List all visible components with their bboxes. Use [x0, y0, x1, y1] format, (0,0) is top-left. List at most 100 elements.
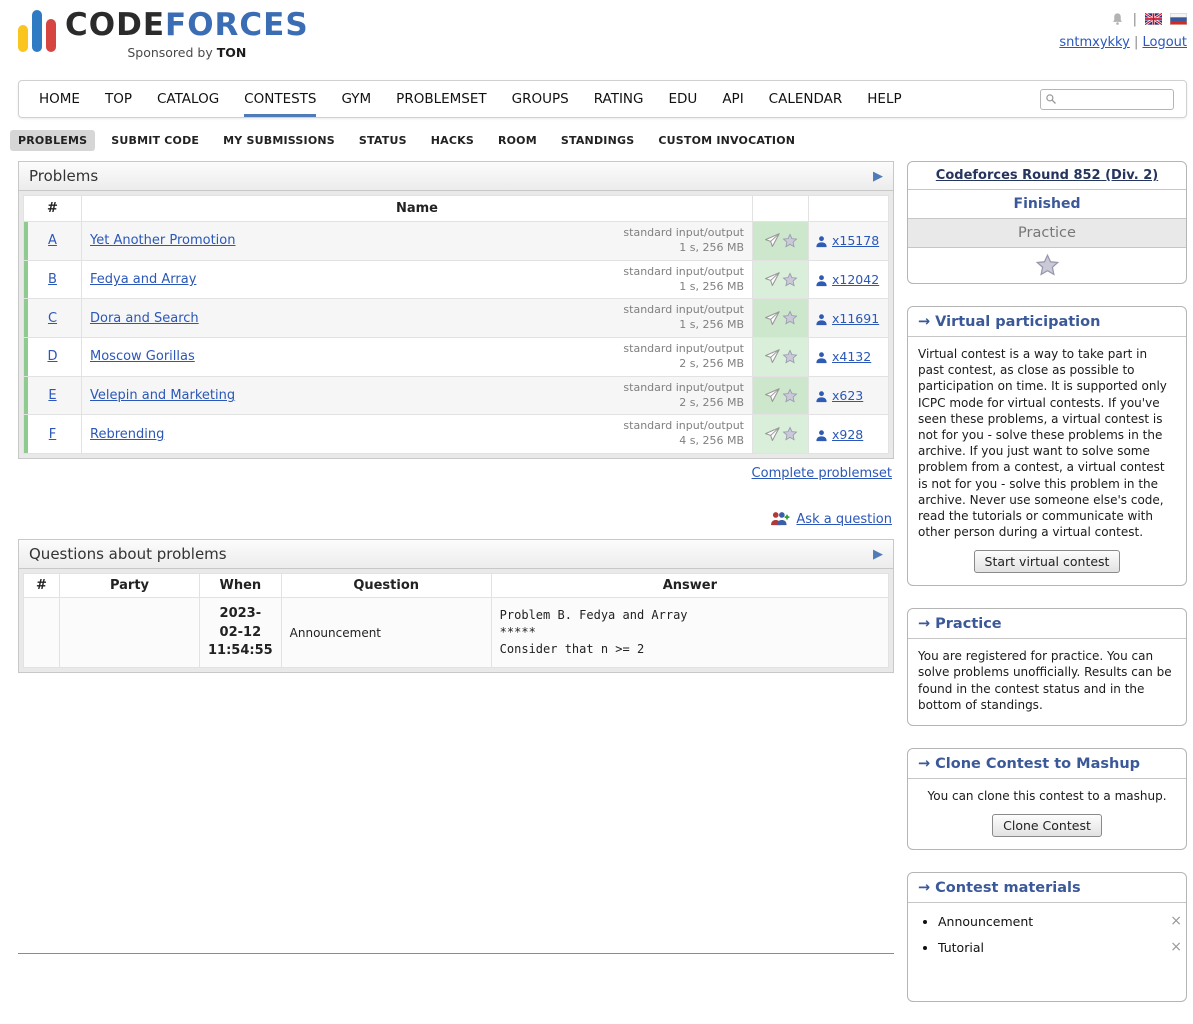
tab-room[interactable]: ROOM	[490, 130, 545, 151]
tab-hacks[interactable]: HACKS	[423, 130, 482, 151]
username-link[interactable]: sntmxykky	[1059, 35, 1129, 50]
tab-custom-invocation[interactable]: CUSTOM INVOCATION	[650, 130, 803, 151]
practice-text: You are registered for practice. You can…	[908, 639, 1186, 725]
sponsored-by: Sponsored by TON	[65, 45, 309, 60]
logout-link[interactable]: Logout	[1142, 35, 1187, 50]
logo-bar-blue	[32, 10, 42, 52]
nav-calendar[interactable]: CALENDAR	[769, 81, 843, 117]
solvers-person-icon	[815, 427, 828, 442]
solved-count-link[interactable]: x623	[832, 388, 863, 403]
nav-edu[interactable]: EDU	[669, 81, 698, 117]
problem-name-link[interactable]: Dora and Search	[90, 311, 199, 326]
problem-name-link[interactable]: Yet Another Promotion	[90, 233, 235, 248]
start-virtual-contest-button[interactable]: Start virtual contest	[974, 550, 1121, 573]
table-row: A Yet Another Promotion standard input/ou…	[24, 222, 889, 261]
language-russian-flag-icon[interactable]	[1170, 13, 1187, 25]
problem-name-link[interactable]: Velepin and Marketing	[90, 388, 235, 403]
favorite-star-icon[interactable]	[782, 310, 798, 326]
tab-status[interactable]: STATUS	[351, 130, 415, 151]
language-english-flag-icon[interactable]	[1145, 13, 1162, 25]
material-tutorial-link[interactable]: Tutorial	[938, 940, 984, 955]
arrow-right-icon: →	[918, 314, 930, 330]
codeforces-logo[interactable]: CODEFORCES Sponsored by TON	[18, 8, 309, 60]
solved-count-link[interactable]: x4132	[832, 349, 871, 364]
tab-my-submissions[interactable]: MY SUBMISSIONS	[215, 130, 343, 151]
question-when: 2023-02-12 11:54:55	[200, 598, 282, 668]
caption-arrow-icon[interactable]: ▶	[873, 169, 883, 184]
notifications-bell-icon[interactable]	[1111, 12, 1124, 26]
nav-help[interactable]: HELP	[867, 81, 901, 117]
nav-api[interactable]: API	[722, 81, 743, 117]
problem-constraints: standard input/output1 s, 256 MB	[623, 226, 744, 256]
problem-letter-link[interactable]: A	[48, 233, 57, 248]
favorite-star-icon[interactable]	[782, 349, 798, 365]
problem-name-link[interactable]: Rebrending	[90, 427, 164, 442]
material-announcement-link[interactable]: Announcement	[938, 914, 1033, 929]
tab-submit-code[interactable]: SUBMIT CODE	[103, 130, 207, 151]
main-column: Problems ▶ # Name	[18, 161, 894, 954]
solved-count-link[interactable]: x12042	[832, 272, 879, 287]
problem-letter-link[interactable]: D	[47, 349, 57, 364]
nav-top[interactable]: TOP	[105, 81, 132, 117]
submit-paper-plane-icon[interactable]	[763, 310, 780, 327]
nav-catalog[interactable]: CATALOG	[157, 81, 219, 117]
problem-letter-link[interactable]: F	[49, 427, 56, 442]
problems-box: Problems ▶ # Name	[18, 161, 894, 459]
logo-text: CODEFORCES	[65, 8, 309, 44]
submit-paper-plane-icon[interactable]	[763, 232, 780, 249]
favorite-star-icon[interactable]	[782, 233, 798, 249]
contest-title-link[interactable]: Codeforces Round 852 (Div. 2)	[936, 168, 1158, 183]
submit-paper-plane-icon[interactable]	[763, 271, 780, 288]
problem-name-link[interactable]: Fedya and Array	[90, 272, 196, 287]
tab-problems[interactable]: PROBLEMS	[10, 130, 95, 151]
favorite-star-icon[interactable]	[782, 426, 798, 442]
contest-materials-title: →Contest materials	[908, 873, 1186, 903]
question-party	[60, 598, 200, 668]
complete-problemset-link[interactable]: Complete problemset	[752, 466, 892, 481]
contest-favorite-star-icon[interactable]	[908, 247, 1186, 283]
practice-box: →Practice You are registered for practic…	[907, 608, 1187, 726]
problems-caption: Problems ▶	[19, 162, 893, 191]
nav-home[interactable]: HOME	[39, 81, 80, 117]
problem-constraints: standard input/output2 s, 256 MB	[623, 381, 744, 411]
nav-gym[interactable]: GYM	[341, 81, 371, 117]
table-row: B Fedya and Array standard input/output1 …	[24, 260, 889, 299]
solved-count-link[interactable]: x11691	[832, 311, 879, 326]
ask-question-link[interactable]: Ask a question	[796, 512, 892, 527]
problems-table: # Name A Yet Another Promotionstandard i…	[23, 195, 889, 454]
problem-name-link[interactable]: Moscow Gorillas	[90, 349, 195, 364]
problem-letter-link[interactable]: E	[48, 388, 56, 403]
caption-arrow-icon[interactable]: ▶	[873, 547, 883, 562]
question-row: 2023-02-12 11:54:55 Announcement Problem…	[24, 598, 889, 668]
problem-constraints: standard input/output1 s, 256 MB	[623, 265, 744, 295]
col-number: #	[24, 196, 82, 222]
favorite-star-icon[interactable]	[782, 388, 798, 404]
submit-paper-plane-icon[interactable]	[763, 426, 780, 443]
nav-groups[interactable]: GROUPS	[512, 81, 569, 117]
nav-problemset[interactable]: PROBLEMSET	[396, 81, 486, 117]
close-icon[interactable]: ×	[1170, 939, 1186, 955]
arrow-right-icon: →	[918, 756, 930, 772]
submit-paper-plane-icon[interactable]	[763, 348, 780, 365]
problem-letter-link[interactable]: C	[48, 311, 57, 326]
favorite-star-icon[interactable]	[782, 272, 798, 288]
practice-title: →Practice	[908, 609, 1186, 639]
virtual-participation-box: →Virtual participation Virtual contest i…	[907, 306, 1187, 586]
solved-count-link[interactable]: x15178	[832, 233, 879, 248]
solvers-person-icon	[815, 233, 828, 248]
submit-paper-plane-icon[interactable]	[763, 387, 780, 404]
logo-code: CODE	[65, 7, 165, 43]
close-icon[interactable]: ×	[1170, 913, 1186, 929]
problem-letter-link[interactable]: B	[48, 272, 57, 287]
question-number	[24, 598, 60, 668]
clone-contest-box: →Clone Contest to Mashup You can clone t…	[907, 748, 1187, 850]
search-input[interactable]	[1040, 89, 1174, 110]
nav-rating[interactable]: RATING	[594, 81, 644, 117]
contest-info-box: Codeforces Round 852 (Div. 2) Finished P…	[907, 161, 1187, 284]
header-icons-row: |	[1059, 10, 1187, 28]
tab-standings[interactable]: STANDINGS	[553, 130, 642, 151]
clone-contest-button[interactable]: Clone Contest	[992, 814, 1102, 837]
nav-contests[interactable]: CONTESTS	[244, 81, 316, 117]
ask-question-people-icon	[769, 511, 790, 527]
solved-count-link[interactable]: x928	[832, 427, 863, 442]
